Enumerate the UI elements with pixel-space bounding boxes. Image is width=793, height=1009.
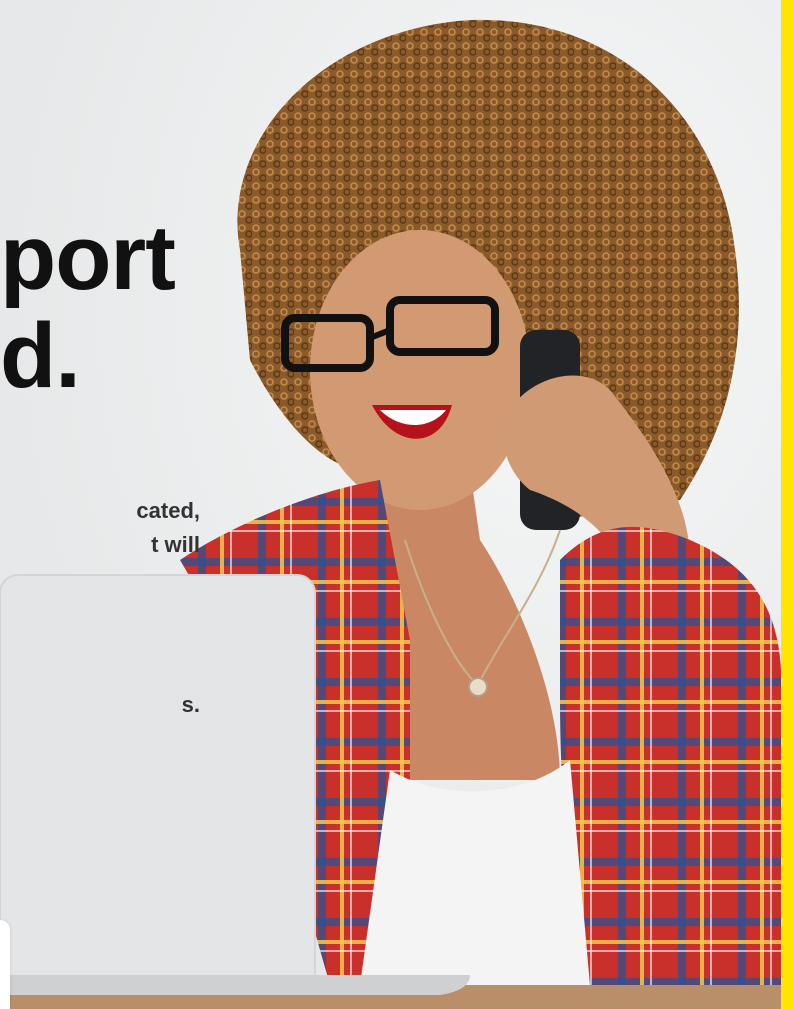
description-line-1: cated, (136, 498, 200, 523)
description-line-2: t will (151, 532, 200, 557)
headline-line-1: port (0, 207, 176, 309)
woman-on-phone-with-laptop-photo (0, 0, 793, 1009)
headline-line-2: d. (0, 305, 81, 407)
description-line-3: s. (181, 692, 200, 717)
accent-bar (781, 0, 793, 1009)
hero-section: port d. cated, t will s. (0, 0, 793, 1009)
card-edge (0, 920, 10, 1009)
